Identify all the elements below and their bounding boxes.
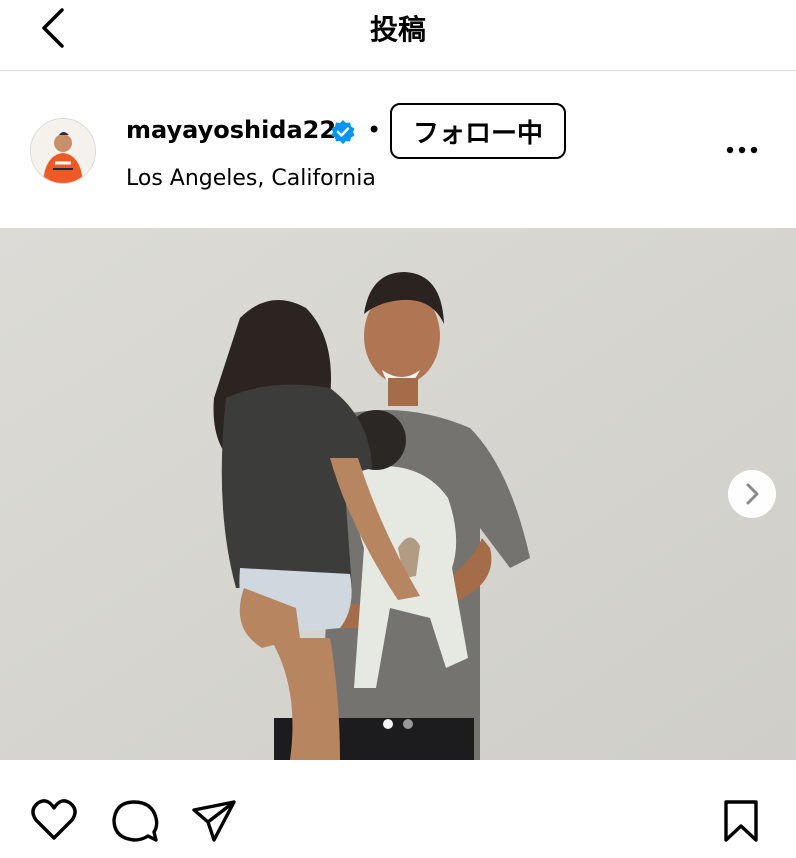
comment-icon[interactable] bbox=[110, 798, 160, 844]
bookmark-icon[interactable] bbox=[720, 798, 762, 844]
post-photo[interactable] bbox=[0, 228, 796, 760]
username[interactable]: mayayoshida22 bbox=[126, 116, 336, 144]
carousel-dot-active bbox=[383, 719, 393, 729]
heart-icon[interactable] bbox=[30, 798, 78, 842]
following-button[interactable]: フォロー中 bbox=[390, 103, 566, 159]
action-bar bbox=[0, 760, 796, 858]
more-horizontal-icon[interactable] bbox=[722, 138, 762, 162]
carousel-dot bbox=[403, 719, 413, 729]
send-icon[interactable] bbox=[190, 798, 238, 844]
carousel-indicator bbox=[383, 719, 413, 729]
top-bar: 投稿 bbox=[0, 0, 796, 71]
page-title: 投稿 bbox=[369, 13, 426, 46]
location-link[interactable]: Los Angeles, California bbox=[126, 166, 376, 191]
chevron-right-icon[interactable] bbox=[728, 470, 776, 518]
avatar[interactable] bbox=[30, 118, 96, 184]
separator-dot: • bbox=[367, 116, 382, 144]
verified-badge-icon bbox=[331, 120, 355, 144]
